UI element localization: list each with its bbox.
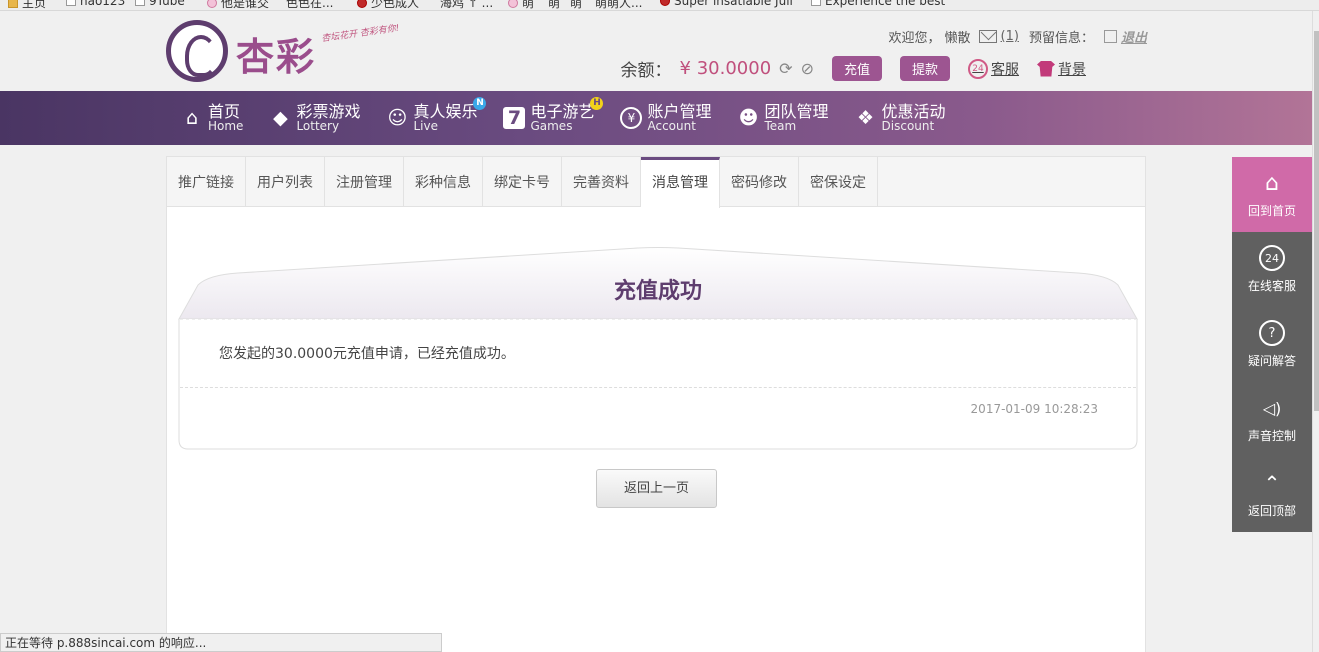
recharge-button[interactable]: 充值 — [831, 56, 882, 81]
bookmark-item[interactable]: 少色成人 — [357, 0, 419, 10]
site-logo[interactable]: 杏彩 杏坛花开 杏彩有你! — [166, 20, 416, 84]
tab-messages[interactable]: 消息管理 — [641, 157, 720, 208]
logo-emblem-icon — [166, 20, 228, 82]
speaker-icon: ◁) — [1262, 398, 1282, 418]
user-info: 欢迎您， 懒散 (1) 预留信息： 退出 — [889, 27, 1147, 46]
sub-tabs: 推广链接 用户列表 注册管理 彩种信息 绑定卡号 完善资料 消息管理 密码修改 … — [167, 157, 1145, 208]
logo-text: 杏彩 — [236, 34, 317, 79]
message-body: 您发起的30.0000元充值申请，已经充值成功。 — [219, 346, 515, 362]
nav-item-live[interactable]: ☺ 真人娱乐 Live N — [386, 91, 487, 145]
hide-balance-icon[interactable]: ⊘ — [801, 59, 814, 78]
message-card: 充值成功 您发起的30.0000元充值申请，已经充值成功。 2017-01-09… — [178, 247, 1138, 450]
tab-password[interactable]: 密码修改 — [720, 157, 799, 207]
bookmark-item[interactable]: 萌萌人... — [595, 0, 642, 10]
balance-row: 余额： ¥ 30.0000 ⟳ ⊘ 充值 提款 24 客服 背景 — [621, 56, 1086, 81]
site-icon — [660, 0, 670, 6]
site-icon — [357, 0, 367, 8]
refresh-icon[interactable]: ⟳ — [779, 59, 792, 78]
page-icon — [135, 0, 145, 6]
scrollbar-thumb[interactable] — [1314, 31, 1319, 411]
edit-icon[interactable] — [1103, 30, 1117, 43]
support-24-icon: 24 — [968, 58, 988, 79]
tab-promo-link[interactable]: 推广链接 — [167, 157, 246, 207]
tab-bind-card[interactable]: 绑定卡号 — [483, 157, 562, 207]
gift-icon: ❖ — [856, 107, 875, 129]
nav-item-discount[interactable]: ❖ 优惠活动 Discount — [855, 91, 946, 145]
side-toolbar: ⌂ 回到首页 24 在线客服 ? 疑问解答 ◁) 声音控制 ⌃ 返回顶部 — [1232, 157, 1312, 532]
bookmarks-bar: 主页 hao123 9Tube 他是谁交 色色在... 少色成人 海鸡 ↑ ..… — [0, 0, 1319, 11]
nav-item-account[interactable]: ¥ 账户管理 Account — [620, 91, 712, 145]
bookmark-item[interactable]: 色色在... — [286, 0, 333, 10]
dealer-icon: ☺ — [387, 107, 408, 129]
tab-profile[interactable]: 完善资料 — [562, 157, 641, 207]
side-sound-control[interactable]: ◁) 声音控制 — [1232, 382, 1312, 457]
site-icon — [207, 0, 217, 8]
bookmark-item[interactable]: Experience the best — [811, 0, 945, 8]
nav-item-lottery[interactable]: ◆ 彩票游戏 Lottery — [269, 91, 360, 145]
vertical-scrollbar[interactable] — [1312, 11, 1319, 652]
bookmark-item[interactable]: hao123 — [66, 0, 125, 8]
shirt-icon — [1037, 60, 1055, 77]
browser-status-bar: 正在等待 p.888sincai.com 的响应... — [0, 633, 442, 652]
page-icon — [66, 0, 76, 6]
welcome-text: 欢迎您， — [888, 31, 941, 46]
hot-badge: H — [590, 97, 604, 110]
bookmark-item[interactable]: 萌 — [570, 0, 582, 10]
nav-item-home[interactable]: ⌂ 首页 Home — [181, 91, 243, 145]
home-icon: ⌂ — [185, 107, 199, 129]
main-nav: ⌂ 首页 Home ◆ 彩票游戏 Lottery ☺ 真人娱乐 Live N 7 电子游艺 Gam… — [0, 91, 1312, 145]
reserved-info-label: 预留信息： — [1028, 31, 1094, 46]
bookmark-item[interactable]: 9Tube — [135, 0, 185, 8]
nav-item-games[interactable]: 7 电子游艺 Games H — [503, 91, 604, 145]
mail-count[interactable]: (1) — [1001, 29, 1019, 44]
balance-value: ¥ 30.0000 — [679, 58, 772, 79]
logo-slogan: 杏坛花开 杏彩有你! — [320, 23, 401, 45]
background-link[interactable]: 背景 — [1037, 59, 1086, 79]
logout-link[interactable]: 退出 — [1121, 27, 1147, 46]
yuan-icon: ¥ — [620, 107, 643, 129]
ticket-icon: ◆ — [273, 107, 288, 129]
folder-icon — [8, 0, 18, 8]
side-back-to-top[interactable]: ⌃ 返回顶部 — [1232, 457, 1312, 532]
side-home[interactable]: ⌂ 回到首页 — [1232, 157, 1312, 232]
side-online-support[interactable]: 24 在线客服 — [1232, 232, 1312, 307]
username: 懒散 — [944, 31, 971, 46]
new-badge: N — [473, 97, 487, 110]
message-title: 充值成功 — [613, 279, 702, 304]
tab-security[interactable]: 密保设定 — [799, 157, 878, 207]
home-icon: ⌂ — [1265, 170, 1279, 196]
site-header: 杏彩 杏坛花开 杏彩有你! 欢迎您， 懒散 (1) 预留信息： 退出 余额： ¥… — [0, 11, 1312, 91]
bookmark-item[interactable]: 萌 — [548, 0, 560, 10]
page-icon — [811, 0, 821, 6]
help-icon: ? — [1259, 320, 1285, 346]
message-divider — [180, 387, 1136, 388]
bookmark-item[interactable]: Super insatiable Juli — [660, 0, 793, 8]
bookmark-item[interactable]: 海鸡 ↑ ... — [440, 0, 493, 10]
support-link[interactable]: 24 客服 — [968, 58, 1019, 79]
bookmark-item[interactable]: 萌 — [508, 0, 534, 10]
tab-lottery-info[interactable]: 彩种信息 — [404, 157, 483, 207]
bookmark-item[interactable]: 他是谁交 — [207, 0, 269, 10]
back-button[interactable]: 返回上一页 — [596, 469, 717, 508]
side-faq[interactable]: ? 疑问解答 — [1232, 307, 1312, 382]
slot-seven-icon: 7 — [503, 107, 526, 129]
bookmark-item[interactable]: 主页 — [8, 0, 46, 10]
team-icon: ☻ — [738, 107, 759, 129]
message-date: 2017-01-09 10:28:23 — [970, 402, 1098, 416]
withdraw-button[interactable]: 提款 — [899, 56, 950, 81]
nav-item-team[interactable]: ☻ 团队管理 Team — [738, 91, 829, 145]
balance-label: 余额： — [620, 61, 672, 81]
site-icon — [508, 0, 518, 8]
mail-icon[interactable] — [978, 30, 997, 43]
back-to-top-icon: ⌃ — [1263, 471, 1281, 495]
headset-icon: 24 — [1259, 245, 1285, 271]
content-panel: 推广链接 用户列表 注册管理 彩种信息 绑定卡号 完善资料 消息管理 密码修改 … — [166, 156, 1146, 652]
tab-user-list[interactable]: 用户列表 — [246, 157, 325, 207]
tab-registration[interactable]: 注册管理 — [325, 157, 404, 207]
